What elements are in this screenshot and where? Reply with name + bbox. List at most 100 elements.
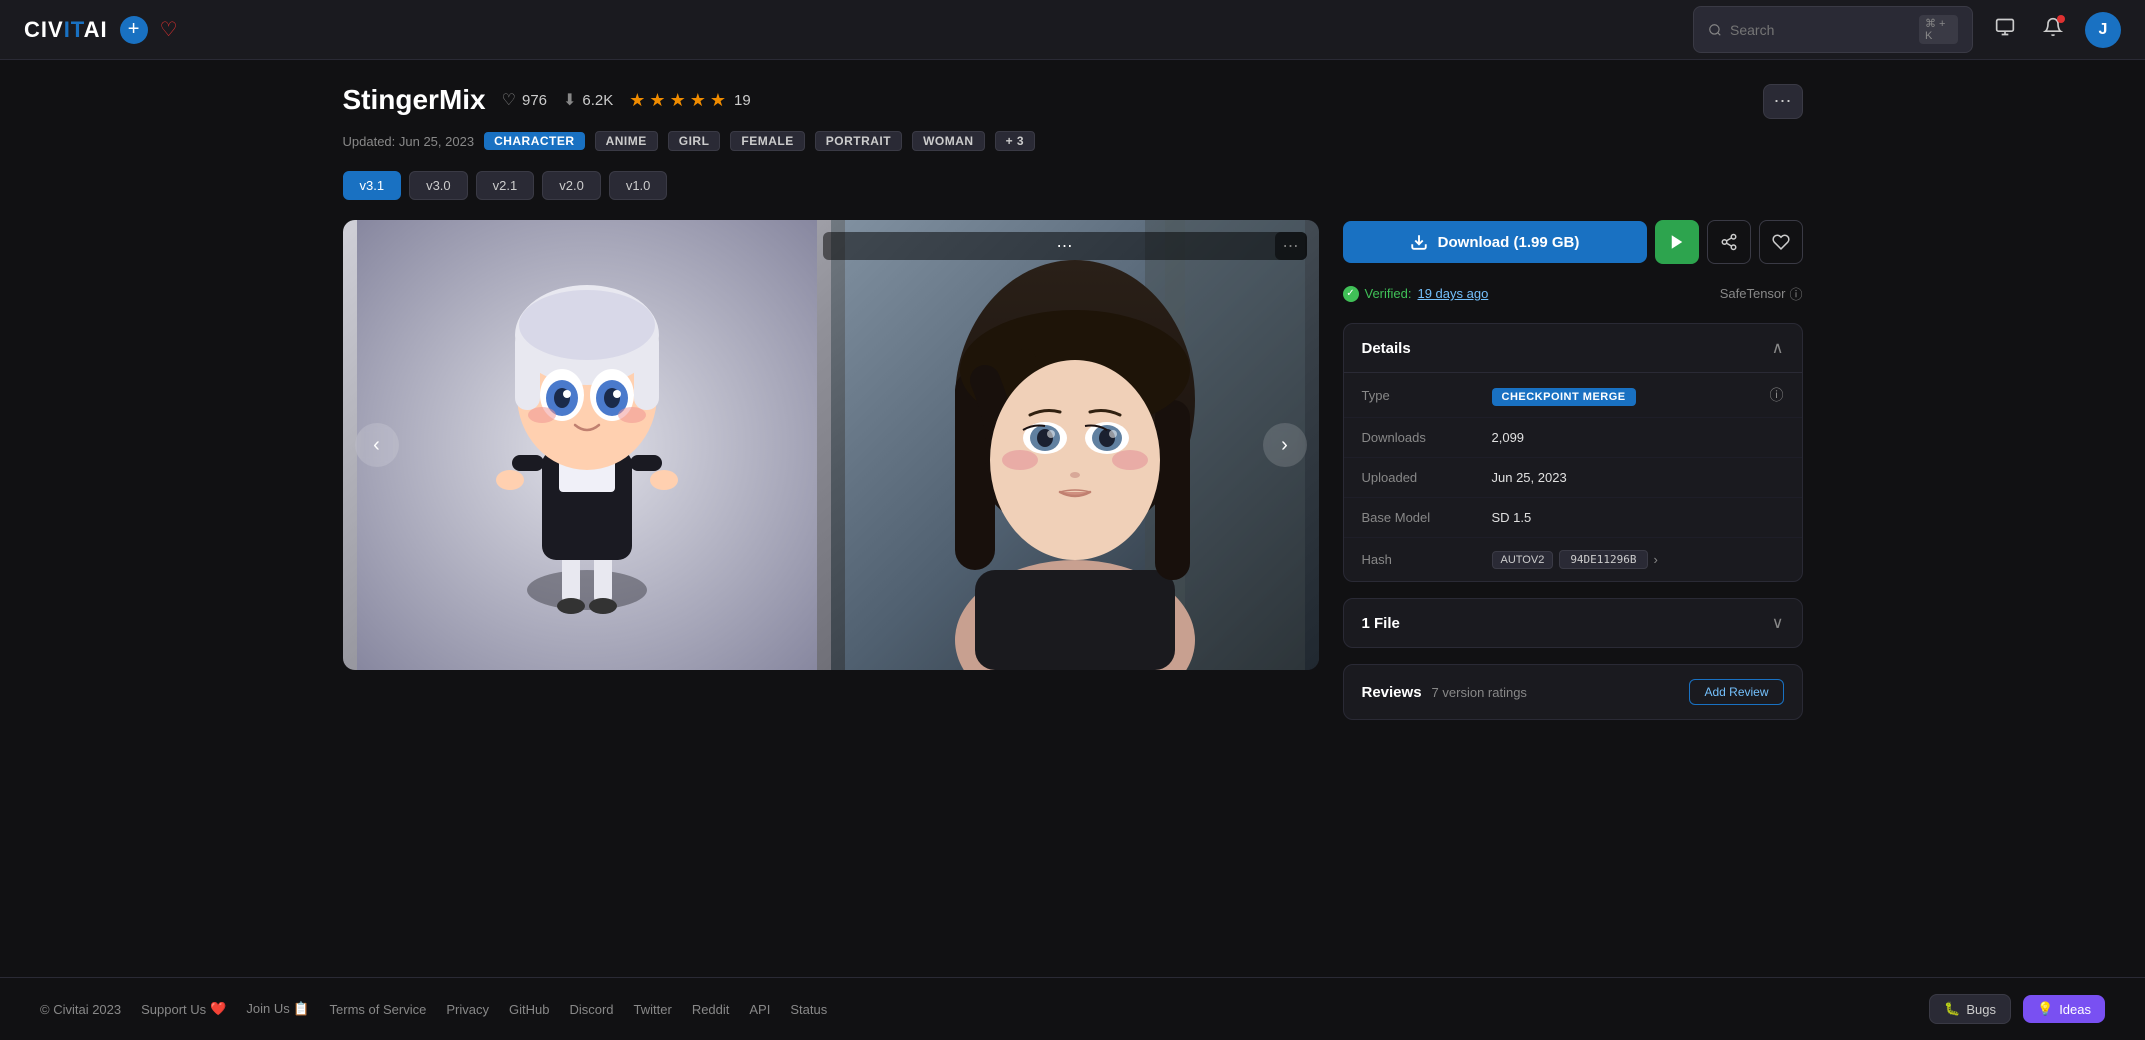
ideas-button[interactable]: 💡 Ideas [2023, 995, 2105, 1023]
version-tab-v20[interactable]: v2.0 [542, 171, 601, 200]
sidebar: Download (1.99 GB) [1343, 220, 1803, 720]
join-us-link[interactable]: Join Us 📋 [246, 1001, 309, 1017]
download-label: Download (1.99 GB) [1438, 234, 1580, 251]
version-tab-v31[interactable]: v3.1 [343, 171, 402, 200]
discord-link[interactable]: Discord [569, 1002, 613, 1017]
portrait-svg [831, 220, 1319, 670]
run-button[interactable] [1655, 220, 1699, 264]
hash-expand-icon[interactable]: › [1654, 552, 1658, 567]
verified-date-link[interactable]: 19 days ago [1417, 286, 1488, 301]
create-button[interactable]: + [120, 16, 148, 44]
files-header[interactable]: 1 File ∨ [1344, 599, 1802, 647]
rating-count: 19 [734, 92, 751, 109]
tag-woman[interactable]: WOMAN [912, 131, 985, 151]
save-button[interactable] [1759, 220, 1803, 264]
star-4: ★ [690, 90, 706, 111]
rating-row: ★ ★ ★ ★ ★ 19 [629, 90, 750, 111]
display-toggle-button[interactable] [1989, 11, 2021, 48]
header: CIVITAI + ♡ ⌘ + K J [0, 0, 2145, 60]
header-right: ⌘ + K J [1693, 6, 2121, 53]
twitter-link[interactable]: Twitter [634, 1002, 672, 1017]
tag-portrait[interactable]: PORTRAIT [815, 131, 902, 151]
favorites-icon[interactable]: ♡ [160, 17, 178, 42]
api-link[interactable]: API [749, 1002, 770, 1017]
gallery-prev-button[interactable]: ‹ [355, 423, 399, 467]
version-tabs: v3.1 v3.0 v2.1 v2.0 v1.0 [343, 171, 1803, 200]
gallery-next-button[interactable]: › [1263, 423, 1307, 467]
tag-female[interactable]: FEMALE [730, 131, 804, 151]
downloads-value: 2,099 [1492, 430, 1784, 445]
updated-date: Updated: Jun 25, 2023 [343, 134, 475, 149]
github-link[interactable]: GitHub [509, 1002, 549, 1017]
reviews-section: Reviews 7 version ratings Add Review [1343, 664, 1803, 720]
share-button[interactable] [1707, 220, 1751, 264]
ideas-label: Ideas [2059, 1002, 2091, 1017]
search-kbd: ⌘ + K [1919, 15, 1958, 44]
version-tab-v10[interactable]: v1.0 [609, 171, 668, 200]
search-bar[interactable]: ⌘ + K [1693, 6, 1973, 53]
support-us-link[interactable]: Support Us ❤️ [141, 1001, 226, 1017]
join-us-text: Join Us [246, 1001, 289, 1016]
bookmark-icon [1772, 233, 1790, 251]
checkpoint-merge-badge: CHECKPOINT MERGE [1492, 388, 1636, 406]
status-link[interactable]: Status [790, 1002, 827, 1017]
type-label: Type [1362, 388, 1492, 403]
tag-girl[interactable]: GIRL [668, 131, 721, 151]
reviews-count: 7 version ratings [1432, 685, 1527, 700]
download-button[interactable]: Download (1.99 GB) [1343, 221, 1647, 263]
verified-dot: ✓ [1343, 286, 1359, 302]
details-chevron-icon: ∧ [1772, 338, 1784, 358]
details-header[interactable]: Details ∧ [1344, 324, 1802, 373]
tag-character[interactable]: CHARACTER [484, 132, 585, 150]
safetensor-text: SafeTensor [1720, 286, 1786, 301]
verified-row: ✓ Verified: 19 days ago SafeTensor ⓘ [1343, 280, 1803, 307]
version-tab-v21[interactable]: v2.1 [476, 171, 535, 200]
downloads-number: 6.2K [582, 92, 613, 109]
download-count: ⬇ 6.2K [563, 90, 613, 110]
footer-right: 🐛 Bugs 💡 Ideas [1929, 994, 2105, 1024]
verified-text: Verified: [1365, 286, 1412, 301]
meta-row: Updated: Jun 25, 2023 CHARACTER ANIME GI… [343, 131, 1803, 151]
details-row-base-model: Base Model SD 1.5 [1344, 498, 1802, 538]
more-options-button[interactable]: ⋯ [1763, 84, 1803, 119]
download-count-icon: ⬇ [563, 90, 576, 110]
version-tab-v30[interactable]: v3.0 [409, 171, 468, 200]
tag-anime[interactable]: ANIME [595, 131, 658, 151]
uploaded-value: Jun 25, 2023 [1492, 470, 1784, 485]
privacy-link[interactable]: Privacy [446, 1002, 489, 1017]
footer-left: © Civitai 2023 Support Us ❤️ Join Us 📋 T… [40, 1001, 827, 1017]
details-table: Type CHECKPOINT MERGE ⓘ Downloads 2,099 … [1344, 373, 1802, 581]
share-icon [1720, 233, 1738, 251]
logo[interactable]: CIVITAI [24, 17, 108, 43]
star-5: ★ [710, 90, 726, 111]
bugs-button[interactable]: 🐛 Bugs [1929, 994, 2011, 1024]
type-info-icon[interactable]: ⓘ [1770, 385, 1784, 405]
files-section: 1 File ∨ [1343, 598, 1803, 648]
safetensor-info-icon[interactable]: ⓘ [1789, 284, 1802, 303]
gallery-options-left[interactable]: ⋯ [823, 232, 1307, 260]
gallery-image-right[interactable] [831, 220, 1319, 670]
gallery-wrapper: ⋯ ⋯ ‹ › [343, 220, 1319, 670]
logo-text: CIVITAI [24, 17, 108, 43]
search-input[interactable] [1730, 22, 1911, 38]
support-heart-icon: ❤️ [210, 1001, 226, 1017]
details-section: Details ∧ Type CHECKPOINT MERGE ⓘ Downlo… [1343, 323, 1803, 582]
terms-link[interactable]: Terms of Service [330, 1002, 427, 1017]
notifications-button[interactable] [2037, 11, 2069, 48]
avatar[interactable]: J [2085, 12, 2121, 48]
ideas-icon: 💡 [2037, 1001, 2053, 1017]
gallery-image-left[interactable] [343, 220, 831, 670]
type-value: CHECKPOINT MERGE [1492, 388, 1770, 403]
star-1: ★ [629, 90, 645, 111]
details-row-type: Type CHECKPOINT MERGE ⓘ [1344, 373, 1802, 418]
reddit-link[interactable]: Reddit [692, 1002, 730, 1017]
download-icon [1410, 233, 1428, 251]
bugs-icon: 🐛 [1944, 1001, 1960, 1017]
play-icon [1668, 233, 1686, 251]
model-title-row: StingerMix ♡ 976 ⬇ 6.2K ★ ★ ★ ★ ★ 19 [343, 84, 751, 116]
tags-more[interactable]: + 3 [995, 131, 1036, 151]
likes-number: 976 [522, 92, 547, 109]
add-review-button[interactable]: Add Review [1689, 679, 1783, 705]
like-icon[interactable]: ♡ [502, 90, 516, 110]
base-model-label: Base Model [1362, 510, 1492, 525]
